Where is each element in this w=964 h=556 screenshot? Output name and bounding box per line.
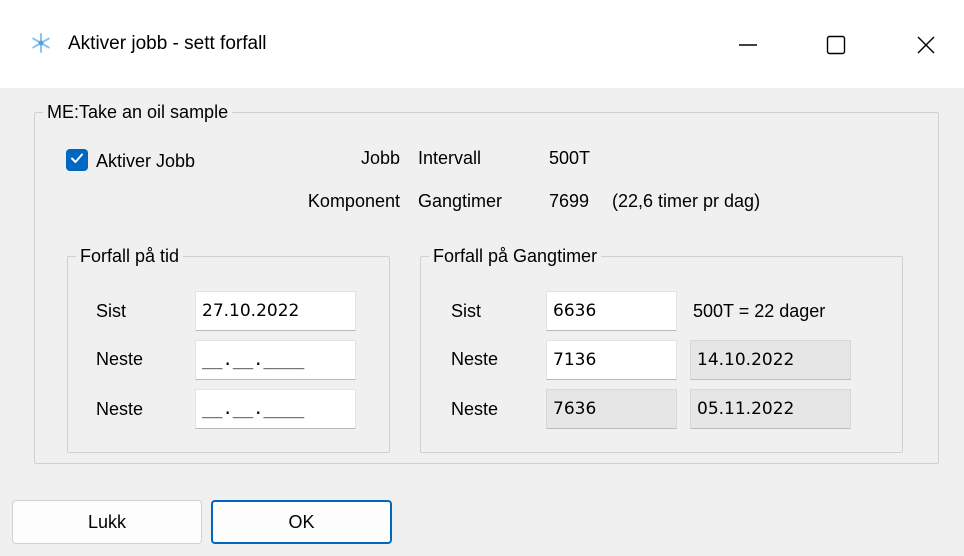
- hours-last-input[interactable]: [546, 291, 677, 331]
- due-by-hours-title: Forfall på Gangtimer: [429, 245, 602, 267]
- hours-next-date-1: 14.10.2022: [690, 340, 851, 380]
- window-title: Aktiver jobb - sett forfall: [68, 33, 267, 54]
- hours-next-input-1[interactable]: [546, 340, 677, 380]
- minimize-icon: [738, 35, 758, 55]
- title-bar: Aktiver jobb - sett forfall: [0, 0, 964, 88]
- ok-button[interactable]: OK: [211, 500, 392, 544]
- running-hours-value: 7699: [549, 191, 590, 211]
- snowflake-icon: [30, 32, 52, 54]
- interval-field-label: Intervall: [418, 148, 482, 168]
- interval-value: 500T: [549, 148, 591, 168]
- hours-per-day-note: (22,6 timer pr dag): [612, 191, 761, 211]
- hours-last-label: Sist: [451, 301, 482, 321]
- maximize-button[interactable]: [806, 20, 866, 70]
- time-next-date-input-2[interactable]: __.__.____: [195, 389, 356, 429]
- activate-job-label[interactable]: Aktiver Jobb: [96, 150, 195, 172]
- close-button[interactable]: Lukk: [12, 500, 202, 544]
- hours-next-date-2: 05.11.2022: [690, 389, 851, 429]
- time-last-date-input[interactable]: [195, 291, 356, 331]
- close-icon: [916, 35, 936, 55]
- job-key-label: Jobb: [360, 148, 400, 168]
- hours-next-label-1: Neste: [451, 349, 499, 369]
- running-hours-field-label: Gangtimer: [418, 191, 503, 211]
- checkmark-icon: [69, 150, 85, 171]
- interval-days-note: 500T = 22 dager: [693, 301, 826, 321]
- maximize-icon: [826, 35, 846, 55]
- time-last-label: Sist: [96, 301, 127, 321]
- main-group-title: ME:Take an oil sample: [43, 101, 233, 123]
- minimize-button[interactable]: [718, 20, 778, 70]
- hours-next-value-2: 7636: [546, 389, 677, 429]
- close-window-button[interactable]: [896, 20, 956, 70]
- time-next-date-input-1[interactable]: __.__.____: [195, 340, 356, 380]
- hours-next-label-2: Neste: [451, 399, 499, 419]
- component-key-label: Komponent: [307, 191, 400, 211]
- time-next-label-2: Neste: [96, 399, 144, 419]
- due-by-time-title: Forfall på tid: [76, 245, 184, 267]
- time-next-label-1: Neste: [96, 349, 144, 369]
- activate-job-checkbox[interactable]: [66, 149, 88, 171]
